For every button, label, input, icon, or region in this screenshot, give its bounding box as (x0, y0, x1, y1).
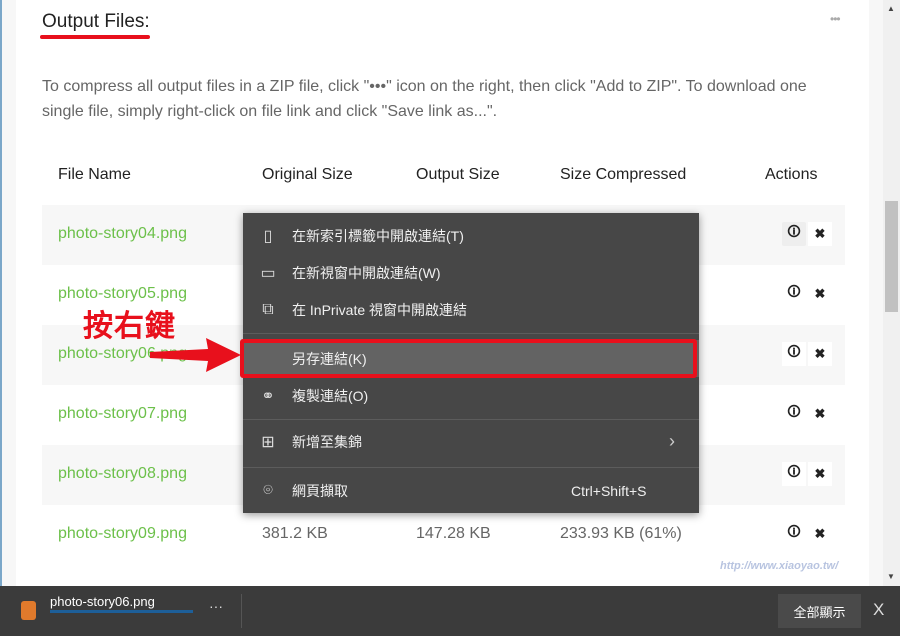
divider (241, 594, 242, 628)
menu-label: 複製連結(O) (292, 387, 369, 404)
delete-icon[interactable]: ✖ (808, 462, 832, 486)
header-file-name: File Name (58, 166, 131, 183)
more-options-icon[interactable]: ••• (830, 12, 841, 26)
window-icon: ▭ (260, 264, 276, 282)
delete-icon[interactable]: ✖ (808, 342, 832, 366)
info-icon[interactable]: 🛈 (782, 282, 806, 306)
scroll-down-icon[interactable]: ▼ (887, 572, 895, 581)
delete-icon[interactable]: ✖ (808, 222, 832, 246)
file-icon (21, 601, 36, 620)
menu-label: 網頁擷取 (292, 482, 348, 499)
delete-icon[interactable]: ✖ (808, 522, 832, 546)
file-link[interactable]: photo-story04.png (58, 225, 187, 243)
annotation-underline (40, 35, 150, 39)
menu-item-open-new-tab[interactable]: ▯ 在新索引標籤中開啟連結(T) (243, 217, 699, 254)
annotation-arrow-icon (150, 338, 241, 372)
menu-label: 在新索引標籤中開啟連結(T) (292, 227, 464, 244)
section-description: To compress all output files in a ZIP fi… (42, 78, 807, 120)
menu-label: 在新視窗中開啟連結(W) (292, 264, 441, 281)
scrollbar-thumb[interactable] (885, 201, 898, 312)
info-icon[interactable]: 🛈 (782, 462, 806, 486)
menu-item-open-new-window[interactable]: ▭ 在新視窗中開啟連結(W) (243, 254, 699, 291)
scroll-up-icon[interactable]: ▲ (887, 4, 895, 13)
file-link[interactable]: photo-story09.png (58, 525, 187, 543)
download-filename[interactable]: photo-story06.png (50, 594, 155, 609)
file-link[interactable]: photo-story07.png (58, 405, 187, 423)
info-icon[interactable]: 🛈 (782, 402, 806, 426)
capture-icon: ⌾ (263, 481, 273, 499)
header-original-size: Original Size (262, 166, 353, 183)
menu-divider (243, 467, 699, 468)
delete-icon[interactable]: ✖ (808, 402, 832, 426)
menu-divider (243, 419, 699, 420)
menu-item-open-inprivate[interactable]: ⧉ 在 InPrivate 視窗中開啟連結 (243, 291, 699, 328)
download-progress-bar (50, 610, 193, 613)
menu-shortcut: Ctrl+Shift+S (571, 482, 647, 499)
download-more-button[interactable]: ··· (209, 598, 223, 614)
annotation-highlight-box (240, 339, 697, 378)
output-size: 147.28 KB (416, 525, 491, 542)
chevron-right-icon: › (669, 431, 675, 451)
menu-label: 在 InPrivate 視窗中開啟連結 (292, 301, 468, 318)
info-icon[interactable]: 🛈 (782, 222, 806, 246)
menu-label: 新增至集錦 (292, 433, 362, 450)
header-size-compressed: Size Compressed (560, 166, 687, 183)
watermark: http://www.xiaoyao.tw/ (720, 560, 839, 572)
menu-item-web-capture[interactable]: ⌾ 網頁擷取 Ctrl+Shift+S (243, 472, 699, 509)
table-row: photo-story09.png 381.2 KB 147.28 KB 233… (42, 505, 845, 565)
section-title: Output Files: (42, 11, 150, 32)
header-output-size: Output Size (416, 166, 500, 183)
delete-icon[interactable]: ✖ (808, 282, 832, 306)
download-bar: photo-story06.png ··· 全部顯示 X (0, 586, 900, 636)
menu-item-copy-link[interactable]: ⚭ 複製連結(O) (243, 377, 699, 414)
original-size: 381.2 KB (262, 525, 328, 542)
size-compressed: 233.93 KB (61%) (560, 525, 682, 542)
info-icon[interactable]: 🛈 (782, 342, 806, 366)
vertical-scrollbar[interactable]: ▲ ▼ (883, 0, 900, 586)
collections-icon: ⊞ (261, 433, 275, 451)
show-all-button[interactable]: 全部顯示 (778, 594, 861, 628)
close-download-bar-button[interactable]: X (873, 600, 884, 620)
page-icon: ▯ (263, 227, 273, 245)
info-icon[interactable]: 🛈 (782, 522, 806, 546)
link-icon: ⚭ (261, 387, 275, 405)
file-link[interactable]: photo-story08.png (58, 465, 187, 483)
header-actions: Actions (765, 166, 818, 183)
menu-item-add-to-collections[interactable]: ⊞ 新增至集錦 › (243, 423, 699, 460)
menu-divider (243, 333, 699, 334)
inprivate-icon: ⧉ (262, 300, 274, 318)
